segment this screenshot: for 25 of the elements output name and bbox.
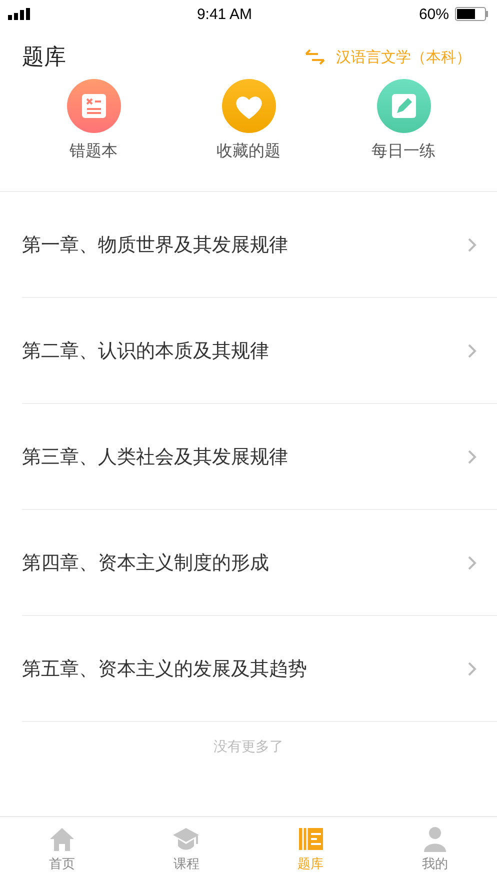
bank-icon — [296, 825, 325, 853]
tab-item[interactable]: 我的 — [372, 817, 497, 883]
chevron-icon — [467, 554, 477, 570]
chevron-icon — [467, 236, 477, 252]
home-icon — [48, 825, 76, 853]
shortcut-button[interactable]: 错题本 — [34, 79, 154, 191]
chapter-item[interactable]: 第二章、认识的本质及其规律 — [22, 338, 269, 364]
end-note: 没有更多了 — [212, 738, 284, 756]
chapter-item[interactable]: 第一章、物质世界及其发展规律 — [22, 232, 288, 258]
status-time: 9:41 AM — [196, 6, 252, 22]
swap-icon[interactable] — [304, 49, 326, 65]
battery-icon — [454, 7, 489, 21]
signal-icon — [8, 8, 30, 20]
tab-item[interactable]: 首页 — [0, 817, 124, 883]
chevron-icon — [467, 448, 477, 464]
tab-item[interactable]: 课程 — [124, 817, 248, 883]
battery-percent: 60% — [418, 6, 449, 22]
page-title: 题库 — [22, 44, 66, 72]
chevron-icon — [467, 660, 477, 676]
shortcut-button[interactable]: 收藏的题 — [188, 79, 308, 191]
chevron-icon — [467, 342, 477, 358]
chapter-item[interactable]: 第五章、资本主义的发展及其趋势 — [22, 656, 307, 682]
chapter-item[interactable]: 第三章、人类社会及其发展规律 — [22, 444, 288, 470]
shortcut-button[interactable]: 每日一练 — [344, 79, 464, 191]
chapter-item[interactable]: 第四章、资本主义制度的形成 — [22, 550, 269, 576]
